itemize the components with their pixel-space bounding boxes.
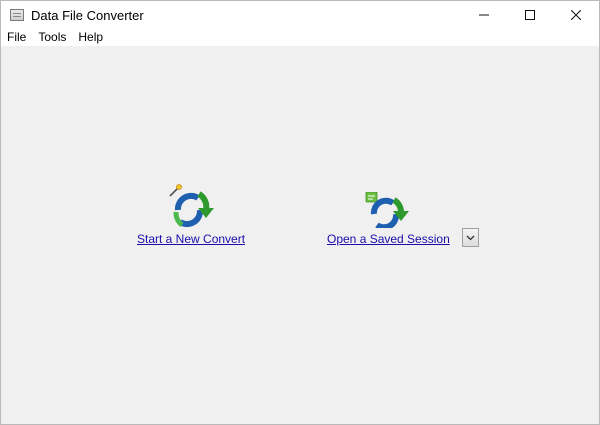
new-convert-action[interactable]: Start a New Convert xyxy=(137,184,245,246)
close-icon xyxy=(571,10,581,20)
main-panel: Start a New Convert Open a Saved Session xyxy=(1,46,599,424)
minimize-button[interactable] xyxy=(461,1,507,29)
menu-help[interactable]: Help xyxy=(72,29,109,46)
maximize-button[interactable] xyxy=(507,1,553,29)
minimize-icon xyxy=(479,14,489,16)
close-button[interactable] xyxy=(553,1,599,29)
app-icon[interactable] xyxy=(10,9,24,21)
chevron-down-icon xyxy=(466,235,475,240)
window-controls xyxy=(461,1,599,29)
open-saved-session-link[interactable]: Open a Saved Session xyxy=(327,232,450,246)
open-session-action[interactable]: Open a Saved Session xyxy=(327,192,450,246)
start-new-convert-link[interactable]: Start a New Convert xyxy=(137,232,245,246)
menu-bar: File Tools Help xyxy=(1,29,599,46)
new-convert-icon[interactable] xyxy=(168,184,214,228)
open-session-icon[interactable] xyxy=(364,192,410,228)
title-bar[interactable]: Data File Converter xyxy=(1,1,599,29)
menu-file[interactable]: File xyxy=(1,29,32,46)
app-window: Data File Converter File Tools Help Star… xyxy=(0,0,600,425)
menu-tools[interactable]: Tools xyxy=(32,29,72,46)
maximize-icon xyxy=(525,10,535,20)
window-title: Data File Converter xyxy=(31,7,144,23)
session-dropdown-button[interactable] xyxy=(462,228,479,247)
